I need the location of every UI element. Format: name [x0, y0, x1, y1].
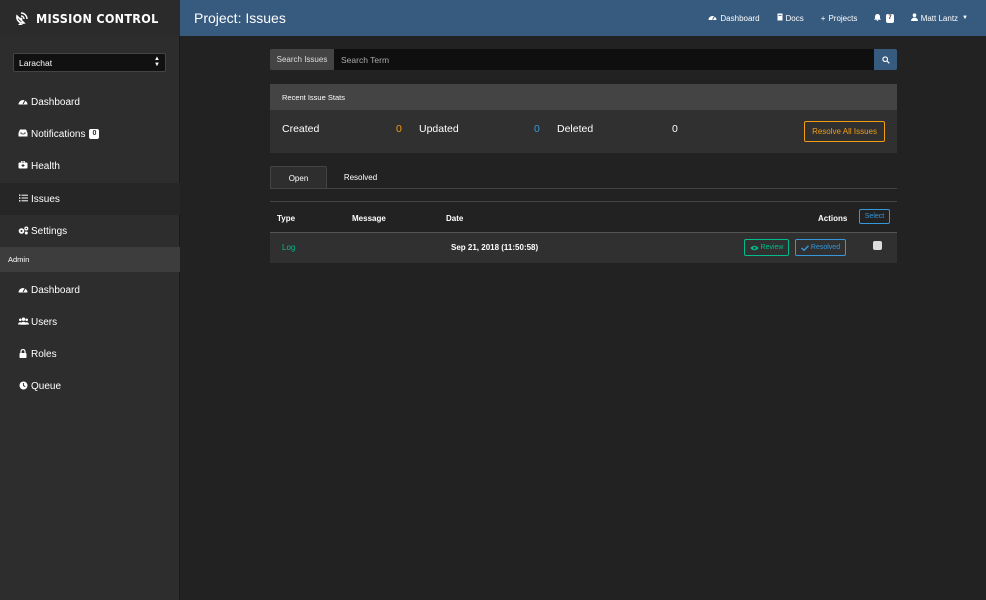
search-input[interactable]: [334, 49, 874, 70]
book-icon: [777, 13, 783, 23]
user-name: Matt Lantz: [920, 13, 959, 23]
resolved-button-label: Resolved: [810, 244, 841, 251]
sidebar-item-label: Settings: [31, 225, 68, 237]
issue-stats-panel: Recent Issue Stats Created 0 Updated 0 D…: [270, 84, 897, 153]
table-row: Log Sep 21, 2018 (11:50:58) Review Resol…: [270, 233, 897, 263]
stat-deleted-value: 0: [672, 123, 678, 135]
review-button[interactable]: Review: [744, 239, 789, 256]
top-nav-projects[interactable]: + Projects: [821, 14, 858, 23]
project-select-value: Larachat: [19, 57, 53, 68]
column-header-type: Type: [277, 214, 296, 223]
top-nav-docs[interactable]: Docs: [777, 13, 804, 23]
sidebar-item-label: Notifications: [31, 128, 86, 140]
top-nav-notifications[interactable]: 7: [874, 13, 894, 23]
issue-stats-heading: Recent Issue Stats: [270, 84, 897, 110]
sidebar-item-label: Users: [31, 316, 58, 328]
sidebar-item-queue[interactable]: Queue: [0, 370, 180, 402]
row-select-checkbox[interactable]: [873, 241, 882, 250]
lock-icon: [17, 348, 29, 360]
issue-type-link[interactable]: Log: [282, 243, 295, 252]
tab-open[interactable]: Open: [270, 166, 327, 189]
sidebar-item-label: Roles: [31, 348, 57, 360]
issue-date: Sep 21, 2018 (11:50:58): [451, 243, 539, 252]
sidebar-item-roles[interactable]: Roles: [0, 338, 180, 370]
sidebar-item-issues[interactable]: Issues: [0, 183, 180, 215]
tabs-divider: [270, 188, 897, 189]
top-nav-dashboard[interactable]: Dashboard: [708, 13, 760, 23]
user-icon: [910, 13, 918, 23]
search-group: Search Issues: [270, 49, 897, 70]
table-top-border: [270, 201, 897, 202]
stat-deleted-label: Deleted: [557, 123, 594, 135]
resolved-button[interactable]: Resolved: [795, 239, 846, 256]
admin-section-header: Admin: [0, 247, 180, 272]
sidebar-item-health[interactable]: Health: [0, 150, 180, 182]
resolve-all-issues-button[interactable]: Resolve All Issues: [804, 121, 885, 142]
top-navbar: Project: Issues Dashboard Docs + Project…: [180, 0, 986, 36]
stat-updated-value: 0: [534, 123, 540, 135]
select-button[interactable]: Select: [859, 209, 890, 224]
sidebar-item-settings[interactable]: Settings: [0, 215, 180, 247]
sidebar-item-label: Issues: [31, 193, 60, 205]
users-icon: [17, 317, 29, 327]
plus-icon: +: [820, 13, 826, 23]
dashboard-icon: [17, 285, 29, 295]
sidebar-item-users[interactable]: Users: [0, 306, 180, 338]
brand[interactable]: MISSION CONTROL: [0, 0, 180, 36]
search-icon: [881, 55, 890, 64]
eye-icon: [749, 245, 759, 250]
sidebar-item-label: Dashboard: [31, 284, 80, 296]
stat-updated-label: Updated: [419, 123, 459, 135]
brand-name: MISSION CONTROL: [36, 10, 159, 26]
review-button-label: Review: [760, 244, 784, 251]
sidebar-item-label: Queue: [31, 380, 62, 392]
satellite-dish-icon: [16, 12, 28, 25]
project-select[interactable]: Larachat ▲ ▼: [13, 53, 166, 72]
page-title: Project: Issues: [194, 10, 286, 26]
stat-created-value: 0: [396, 123, 402, 135]
clock-icon: [17, 381, 29, 392]
dashboard-icon: [708, 13, 717, 23]
sidebar: Larachat ▲ ▼ Dashboard Notifications 0 He…: [0, 36, 180, 600]
notification-count-badge: 7: [886, 13, 894, 23]
top-nav-docs-label: Docs: [785, 13, 804, 23]
check-icon: [800, 244, 809, 251]
dashboard-icon: [17, 97, 29, 107]
column-header-actions: Actions: [818, 214, 848, 223]
sidebar-item-notifications[interactable]: Notifications 0: [0, 118, 180, 150]
search-label: Search Issues: [270, 49, 334, 70]
sidebar-item-label: Dashboard: [31, 96, 80, 108]
bell-icon: [874, 13, 882, 23]
list-icon: [17, 194, 29, 204]
gears-icon: [17, 226, 29, 237]
stat-created-label: Created: [282, 123, 320, 135]
top-nav-projects-label: Projects: [828, 13, 858, 23]
user-menu[interactable]: Matt Lantz ▼: [910, 13, 968, 23]
sidebar-item-label: Health: [31, 160, 60, 172]
select-arrows-icon: ▲ ▼: [154, 56, 160, 68]
notifications-count-badge: 0: [89, 129, 100, 139]
top-nav: Dashboard Docs + Projects 7 Matt Lantz ▼: [691, 13, 986, 23]
search-button[interactable]: [874, 49, 897, 70]
column-header-date: Date: [446, 214, 464, 223]
top-nav-dashboard-label: Dashboard: [720, 13, 760, 23]
tab-resolved[interactable]: Resolved: [332, 166, 389, 189]
sidebar-item-dashboard[interactable]: Dashboard: [0, 86, 180, 118]
issue-tabs: Open Resolved: [270, 166, 897, 189]
medkit-icon: [17, 160, 29, 171]
column-header-message: Message: [352, 214, 386, 223]
caret-down-icon: ▼: [962, 15, 968, 21]
inbox-icon: [17, 129, 29, 139]
sidebar-item-admin-dashboard[interactable]: Dashboard: [0, 274, 180, 306]
